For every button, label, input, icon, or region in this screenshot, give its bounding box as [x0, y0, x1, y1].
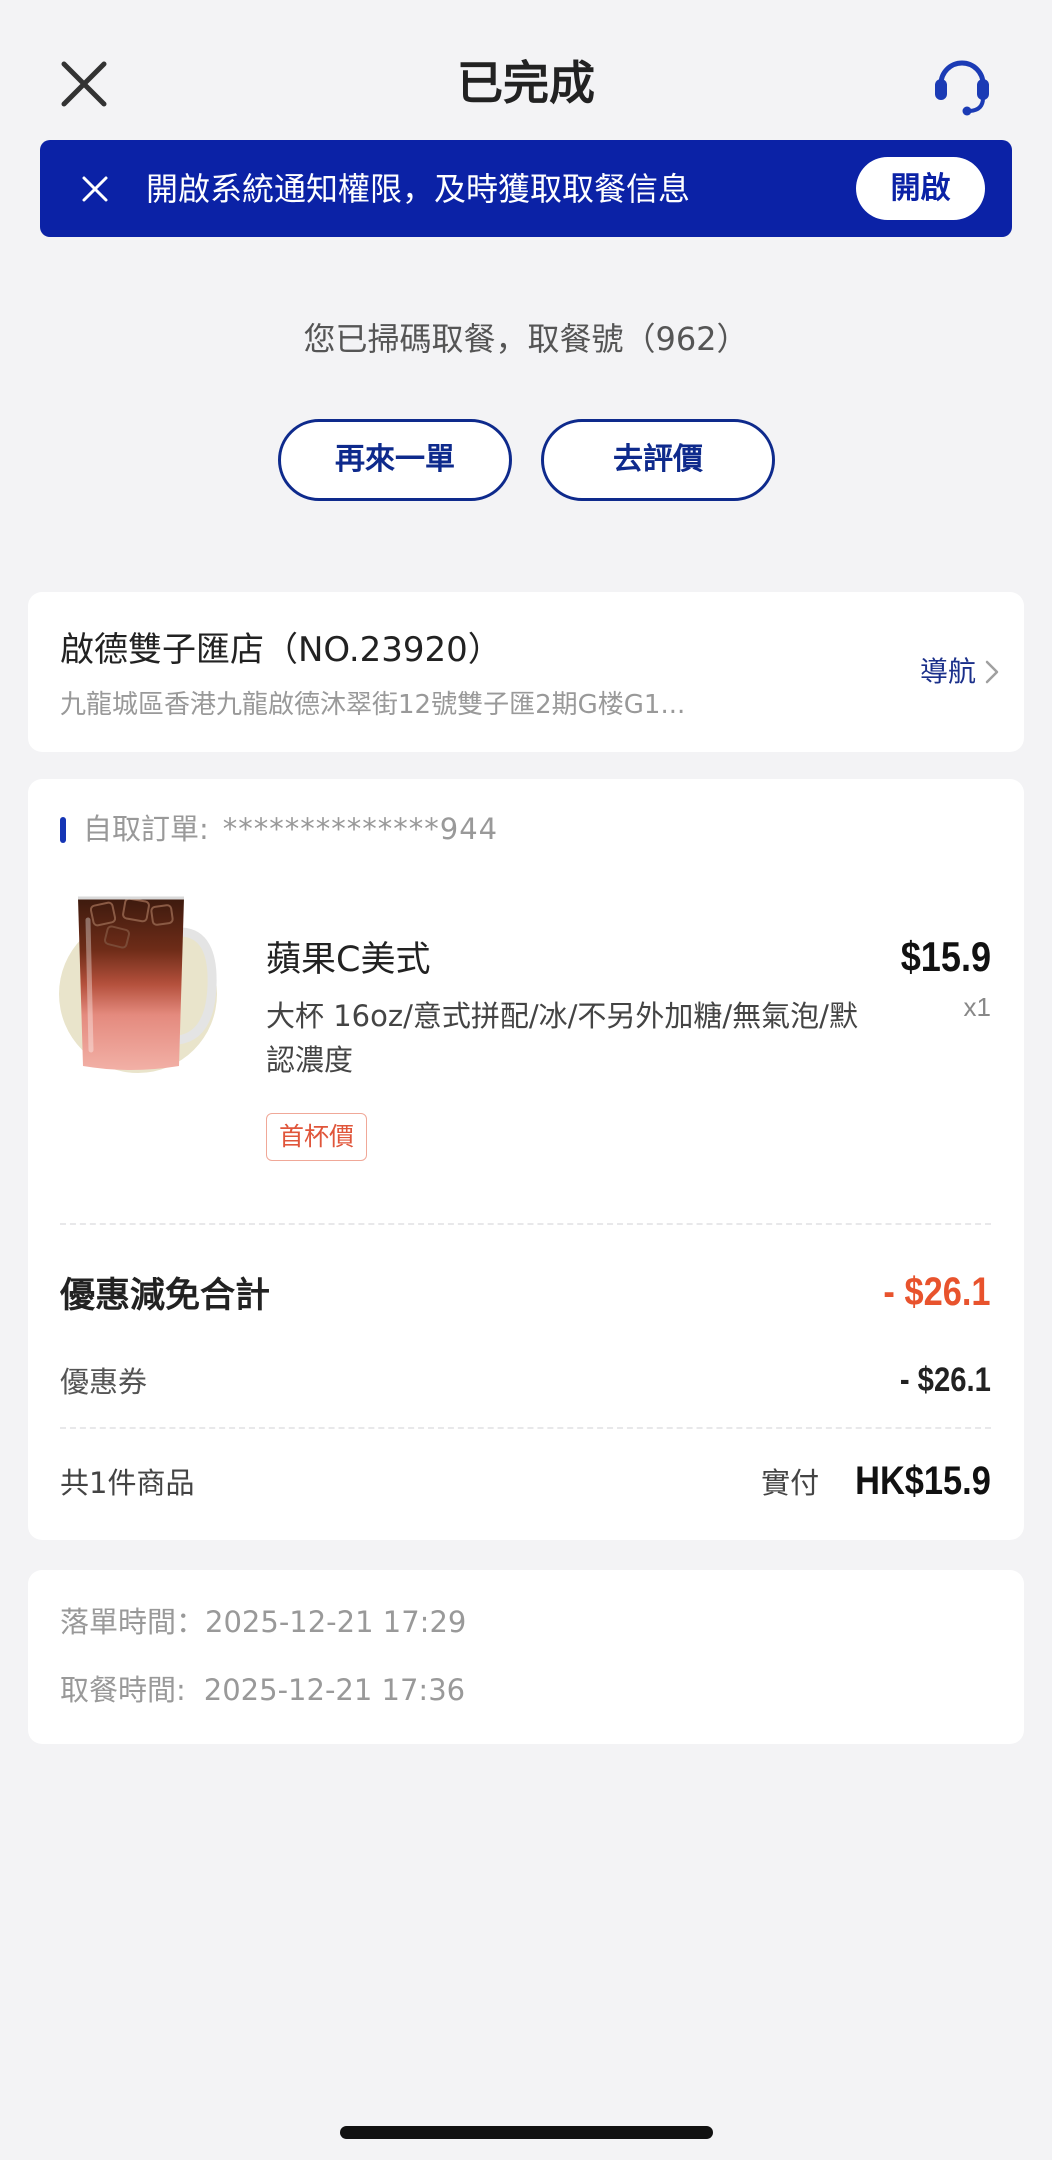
- order-card: 自取訂單: **************944 蘋果C美式 大杯 16oz/意式…: [28, 779, 1024, 1540]
- chevron-right-icon: [985, 660, 999, 684]
- pickup-time-value: 2025-12-21 17:36: [203, 1673, 466, 1707]
- product-quantity: x1: [963, 992, 991, 1022]
- amount-paid-value: HK$15.9: [855, 1458, 991, 1503]
- order-type-row: 自取訂單: **************944: [83, 809, 498, 849]
- coupon-row: 優惠券 - $26.1: [60, 1357, 991, 1403]
- close-icon: [82, 176, 108, 202]
- iced-drink-image: [59, 896, 217, 1073]
- order-times-card: 落單時間：2025-12-21 17:29 取餐時間: 2025-12-21 17…: [28, 1570, 1024, 1744]
- product-image: [58, 890, 223, 1075]
- customer-support-button[interactable]: [932, 52, 992, 116]
- discount-total-row: 優惠減免合計 - $26.1: [60, 1266, 991, 1318]
- first-cup-price-badge: 首杯價: [266, 1113, 368, 1161]
- total-row: 共1件商品 實付 HK$15.9: [60, 1455, 991, 1507]
- product-name: 蘋果C美式: [266, 940, 431, 980]
- reorder-button[interactable]: 再來一單: [278, 419, 512, 501]
- divider: [60, 1223, 991, 1225]
- page-title: 已完成: [457, 56, 595, 110]
- pickup-time-row: 取餐時間: 2025-12-21 17:36: [60, 1668, 465, 1712]
- navigate-button[interactable]: 導航: [920, 652, 1000, 692]
- product-price: $15.9: [886, 931, 991, 983]
- order-time-value: 2025-12-21 17:29: [205, 1605, 467, 1639]
- store-card: 啟德雙子匯店（NO.23920） 九龍城區香港九龍啟德沐翠街12號雙子匯2期G楼…: [28, 592, 1024, 752]
- discount-total-value: - $26.1: [883, 1269, 991, 1314]
- coupon-value: - $26.1: [899, 1360, 991, 1399]
- divider: [60, 1427, 991, 1429]
- order-time-row: 落單時間：2025-12-21 17:29: [60, 1600, 466, 1644]
- navigate-label: 導航: [919, 655, 976, 688]
- amount-paid: 實付 HK$15.9: [761, 1459, 991, 1504]
- pickup-time-label: 取餐時間:: [60, 1673, 186, 1707]
- order-number: **************944: [222, 812, 499, 846]
- banner-dismiss-button[interactable]: [78, 172, 112, 206]
- store-address: 九龍城區香港九龍啟德沐翠街12號雙子匯2期G楼G1...: [60, 690, 686, 720]
- headset-icon: [935, 60, 989, 116]
- product-price-value: $15.9: [900, 933, 991, 980]
- enable-notifications-button[interactable]: 開啟: [856, 157, 985, 220]
- amount-paid-label: 實付: [761, 1466, 820, 1500]
- pickup-status-text: 您已掃碼取餐，取餐號（962）: [303, 320, 749, 358]
- order-type-label: 自取訂單:: [83, 812, 209, 846]
- review-button[interactable]: 去評價: [541, 419, 775, 501]
- product-options: 大杯 16oz/意式拼配/冰/不另外加糖/無氣泡/默認濃度: [266, 999, 858, 1077]
- home-indicator[interactable]: [340, 2126, 713, 2139]
- notification-banner: 開啟系統通知權限，及時獲取取餐信息 開啟: [40, 140, 1012, 237]
- store-name: 啟德雙子匯店（NO.23920）: [60, 630, 502, 670]
- section-marker: [60, 817, 66, 843]
- order-time-label: 落單時間：: [60, 1605, 206, 1639]
- item-count-label: 共1件商品: [60, 1466, 195, 1500]
- banner-message: 開啟系統通知權限，及時獲取取餐信息: [146, 170, 691, 208]
- discount-total-label: 優惠減免合計: [60, 1275, 271, 1316]
- coupon-label: 優惠券: [60, 1365, 148, 1399]
